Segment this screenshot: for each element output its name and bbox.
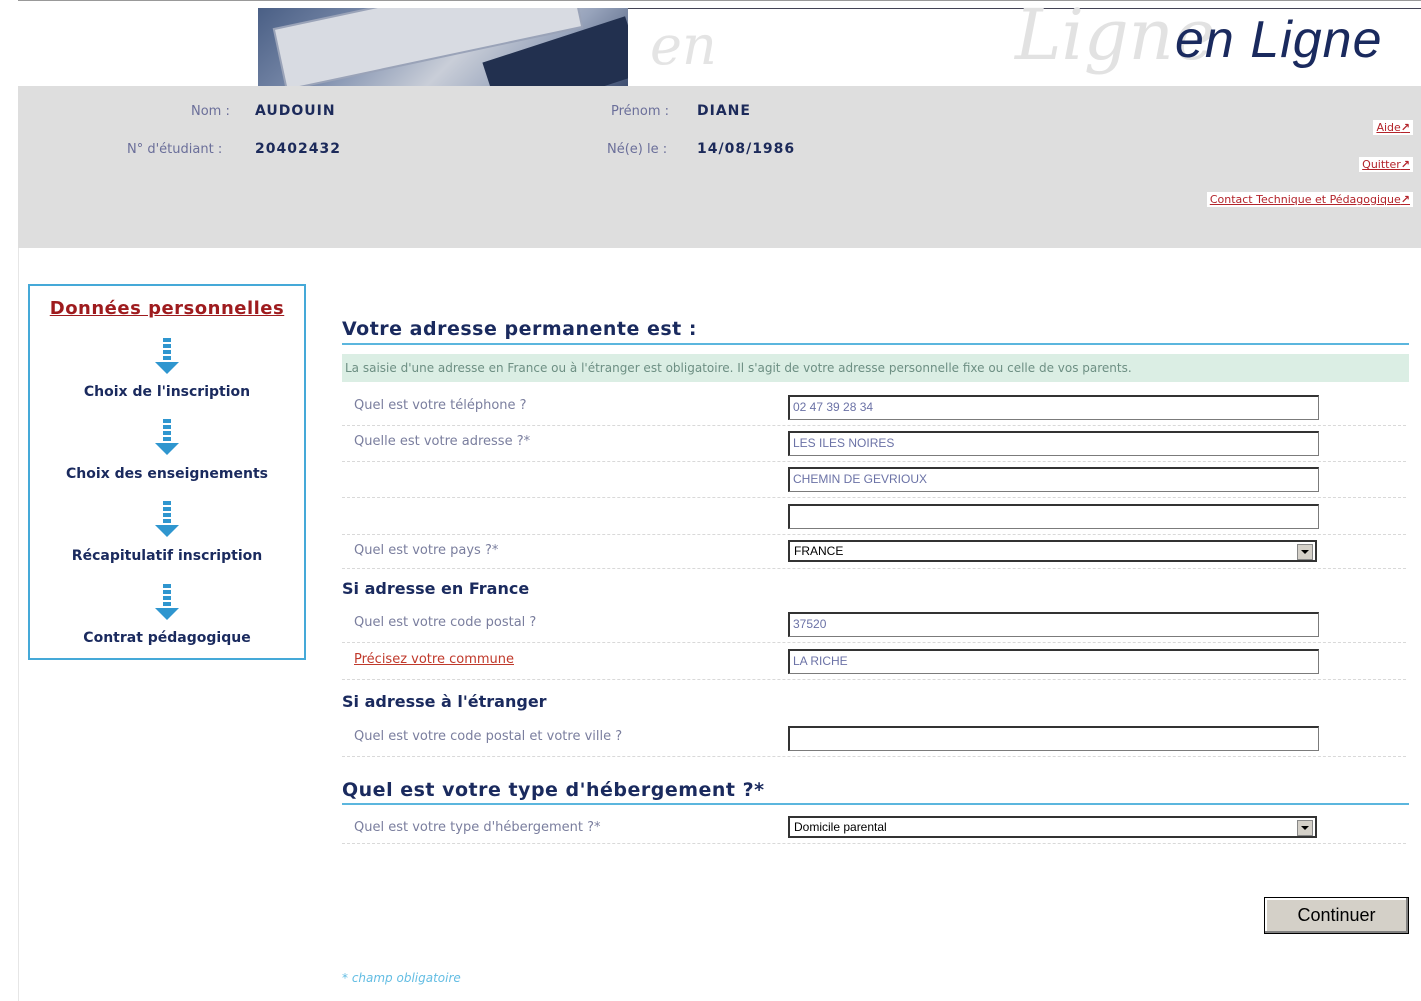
adresse-line2-input[interactable]: CHEMIN DE GEVRIOUX [788, 467, 1319, 492]
address-section-title: Votre adresse permanente est : [342, 318, 697, 340]
row-divider [342, 461, 1406, 462]
etudiant-value: 20402432 [255, 141, 341, 157]
external-arrow-icon: ↗ [1400, 193, 1410, 206]
code-postal-label: Quel est votre code postal ? [354, 615, 537, 630]
step-contrat: Contrat pédagogique [83, 630, 251, 646]
row-divider [342, 568, 1406, 569]
row-divider [342, 534, 1406, 535]
row-divider [342, 843, 1406, 844]
aide-link[interactable]: Aide↗ [1373, 120, 1413, 135]
step-recapitulatif: Récapitulatif inscription [71, 548, 263, 564]
quitter-link[interactable]: Quitter↗ [1359, 157, 1413, 172]
required-footnote: * champ obligatoire [342, 971, 461, 985]
chevron-down-icon [1297, 544, 1313, 560]
hebergement-label: Quel est votre type d'hébergement ?* [354, 820, 601, 835]
etudiant-label: N° d'étudiant : [127, 142, 223, 157]
telephone-label: Quel est votre téléphone ? [354, 398, 527, 413]
step-choix-inscription: Choix de l'inscription [83, 384, 251, 400]
app-logo: en Ligne [1175, 11, 1383, 69]
france-heading: Si adresse en France [342, 579, 530, 598]
hebergement-section-title: Quel est votre type d'hébergement ?* [342, 779, 765, 801]
ne-value: 14/08/1986 [697, 141, 796, 157]
external-arrow-icon: ↗ [1400, 158, 1410, 171]
address-notice: La saisie d'une adresse en France ou à l… [342, 354, 1409, 382]
row-divider [342, 642, 1406, 643]
step-choix-enseignements: Choix des enseignements [66, 466, 268, 482]
section-rule [342, 803, 1409, 805]
page-left-border [18, 248, 19, 1001]
banner-watermark-en: en [650, 14, 717, 77]
prenom-label: Prénom : [611, 104, 670, 119]
down-arrow-icon [155, 584, 179, 620]
code-postal-input[interactable]: 37520 [788, 612, 1319, 637]
row-divider [342, 679, 1406, 680]
continue-button[interactable]: Continuer [1264, 897, 1409, 934]
down-arrow-icon [155, 338, 179, 374]
row-divider [342, 756, 1406, 757]
commune-link[interactable]: Précisez votre commune [354, 652, 514, 667]
adresse-line1-input[interactable]: LES ILES NOIRES [788, 431, 1319, 456]
row-divider [342, 497, 1406, 498]
telephone-input[interactable]: 02 47 39 28 34 [788, 395, 1319, 420]
pays-select[interactable]: FRANCE [788, 540, 1317, 562]
step-current[interactable]: Données personnelles [30, 298, 304, 319]
ne-label: Né(e) le : [607, 142, 668, 157]
pays-label: Quel est votre pays ?* [354, 543, 499, 558]
hebergement-select[interactable]: Domicile parental [788, 816, 1317, 838]
contact-link[interactable]: Contact Technique et Pédagogique↗ [1206, 192, 1413, 207]
etranger-heading: Si adresse à l'étranger [342, 692, 547, 711]
progress-steps-panel: Données personnelles Choix de l'inscript… [28, 284, 306, 660]
prenom-value: DIANE [697, 103, 751, 119]
commune-input[interactable]: LA RICHE [788, 649, 1319, 674]
adresse-line3-input[interactable] [788, 504, 1319, 529]
adresse-label: Quelle est votre adresse ?* [354, 434, 531, 449]
banner-photo [258, 8, 628, 86]
nom-value: AUDOUIN [255, 103, 336, 119]
chevron-down-icon [1297, 820, 1313, 836]
etranger-input[interactable] [788, 726, 1319, 751]
down-arrow-icon [155, 501, 179, 537]
etranger-label: Quel est votre code postal et votre vill… [354, 729, 623, 744]
nom-label: Nom : [191, 104, 230, 119]
down-arrow-icon [155, 419, 179, 455]
section-rule [342, 343, 1409, 345]
external-arrow-icon: ↗ [1400, 121, 1410, 134]
row-divider [342, 425, 1406, 426]
